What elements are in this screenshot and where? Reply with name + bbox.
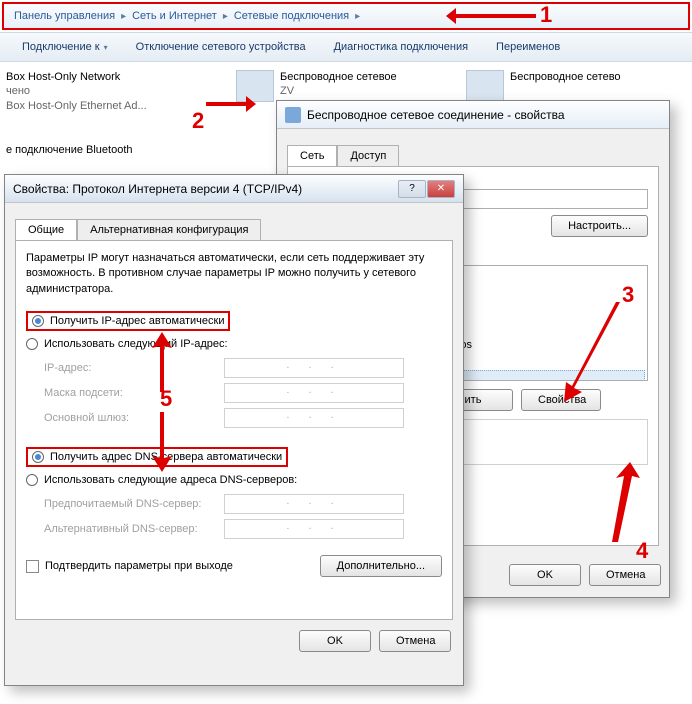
breadcrumb: Панель управления ▸ Сеть и Интернет ▸ Се… <box>2 2 690 30</box>
radio-label: Получить адрес DNS-сервера автоматически <box>50 451 282 463</box>
adapter-status: ZV <box>280 84 397 98</box>
cancel-button[interactable]: Отмена <box>589 564 661 586</box>
ok-button[interactable]: OK <box>509 564 581 586</box>
adapter-name: Беспроводное сетевое <box>280 70 397 84</box>
radio-static-ip[interactable] <box>26 338 38 350</box>
adapter-item-hostonly[interactable]: Box Host-Only Network чено Box Host-Only… <box>0 68 230 136</box>
tab-bar: Сеть Доступ <box>287 145 659 166</box>
tab-access[interactable]: Доступ <box>337 145 399 166</box>
toolbar-connect-to[interactable]: Подключение к <box>8 37 122 57</box>
window-titlebar[interactable]: Свойства: Протокол Интернета версии 4 (T… <box>5 175 463 203</box>
network-icon <box>466 70 504 102</box>
chevron-right-icon[interactable]: ▸ <box>119 11 128 22</box>
command-bar: Подключение к Отключение сетевого устрой… <box>0 32 692 62</box>
gateway-field: . . . <box>224 408 404 428</box>
intro-text: Параметры IP могут назначаться автоматич… <box>26 251 442 297</box>
window-title: Беспроводное сетевое соединение - свойст… <box>307 108 661 122</box>
confirm-on-exit-checkbox[interactable] <box>26 560 39 573</box>
breadcrumb-network-internet[interactable]: Сеть и Интернет <box>128 10 221 22</box>
adapter-name: Беспроводное сетево <box>510 70 621 84</box>
close-button[interactable]: ✕ <box>427 180 455 198</box>
tab-bar: Общие Альтернативная конфигурация <box>15 219 453 240</box>
network-icon <box>236 70 274 102</box>
highlight-auto-dns: Получить адрес DNS-сервера автоматически <box>26 447 288 467</box>
checkbox-label: Подтвердить параметры при выходе <box>45 560 233 572</box>
adapter-device: Box Host-Only Ethernet Ad... <box>6 99 147 113</box>
radio-label: Получить IP-адрес автоматически <box>50 315 224 327</box>
properties-button[interactable]: Свойства <box>521 389 601 411</box>
chevron-right-icon[interactable]: ▸ <box>221 11 230 22</box>
radio-label: Использовать следующий IP-адрес: <box>44 338 228 350</box>
ipv4-properties-window: Свойства: Протокол Интернета версии 4 (T… <box>4 174 464 686</box>
adapter-status: чено <box>6 84 147 98</box>
configure-button[interactable]: Настроить... <box>551 215 648 237</box>
breadcrumb-network-connections[interactable]: Сетевые подключения <box>230 10 353 22</box>
help-button[interactable]: ? <box>398 180 426 198</box>
radio-auto-dns[interactable] <box>32 451 44 463</box>
subnet-mask-field: . . . <box>224 383 404 403</box>
preferred-dns-field: . . . <box>224 494 404 514</box>
ip-address-label: IP-адрес: <box>44 362 224 374</box>
adapter-name: Box Host-Only Network <box>6 70 147 84</box>
radio-static-dns[interactable] <box>26 474 38 486</box>
gateway-label: Основной шлюз: <box>44 412 224 424</box>
window-icon <box>285 107 301 123</box>
window-titlebar[interactable]: Беспроводное сетевое соединение - свойст… <box>277 101 669 129</box>
toolbar-diagnose[interactable]: Диагностика подключения <box>320 37 482 57</box>
tab-general[interactable]: Общие <box>15 219 77 240</box>
toolbar-disable-device[interactable]: Отключение сетевого устройства <box>122 37 320 57</box>
ip-address-field: . . . <box>224 358 404 378</box>
radio-auto-ip[interactable] <box>32 315 44 327</box>
alternate-dns-field: . . . <box>224 519 404 539</box>
subnet-mask-label: Маска подсети: <box>44 387 224 399</box>
cancel-button[interactable]: Отмена <box>379 630 451 652</box>
radio-label: Использовать следующие адреса DNS-сервер… <box>44 474 297 486</box>
preferred-dns-label: Предпочитаемый DNS-сервер: <box>44 498 224 510</box>
alternate-dns-label: Альтернативный DNS-сервер: <box>44 523 224 535</box>
window-title: Свойства: Протокол Интернета версии 4 (T… <box>13 182 398 196</box>
advanced-button[interactable]: Дополнительно... <box>320 555 442 577</box>
tab-network[interactable]: Сеть <box>287 145 337 166</box>
ok-button[interactable]: OK <box>299 630 371 652</box>
highlight-auto-ip: Получить IP-адрес автоматически <box>26 311 230 331</box>
chevron-right-icon[interactable]: ▸ <box>353 11 362 22</box>
tab-alternate[interactable]: Альтернативная конфигурация <box>77 219 261 240</box>
breadcrumb-control-panel[interactable]: Панель управления <box>10 10 119 22</box>
toolbar-rename[interactable]: Переименов <box>482 37 574 57</box>
